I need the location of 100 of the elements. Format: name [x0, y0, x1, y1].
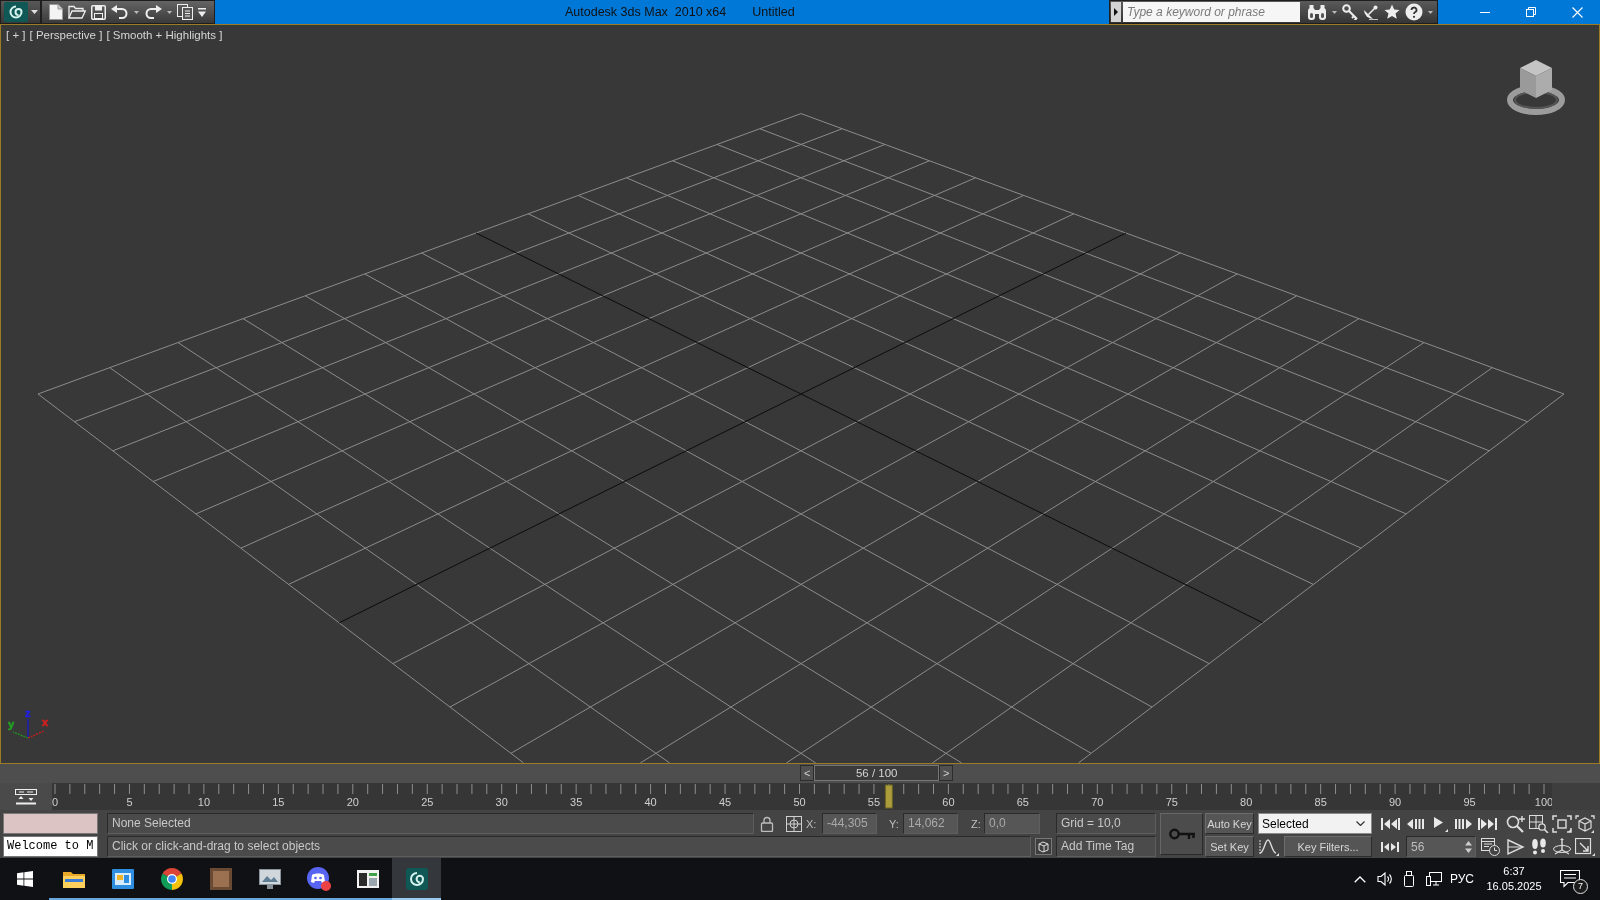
timeline-ruler[interactable]: 0 5 10 15 20 25 30 35 40 45 50 55 60 65 70 75 80 85 90 95 100 — [52, 783, 1552, 810]
set-key-button[interactable]: Set Key — [1205, 836, 1254, 857]
footprints-icon[interactable] — [1529, 837, 1549, 856]
cube-frame-icon[interactable] — [1575, 814, 1595, 833]
close-icon — [1571, 6, 1583, 18]
chevron-up-icon[interactable] — [1354, 875, 1366, 883]
key-set-dropdown[interactable]: Selected — [1258, 813, 1372, 834]
binoculars-icon[interactable] — [1307, 4, 1327, 20]
satellite-dish-icon[interactable] — [1363, 4, 1379, 20]
lock-icon[interactable] — [760, 815, 774, 832]
caret-icon[interactable] — [1332, 10, 1337, 14]
frame-number: 80 — [1240, 796, 1253, 808]
orbit-icon[interactable] — [1552, 837, 1572, 856]
window-title: Autodesk 3ds Max 2010 x64 — [565, 5, 727, 19]
auto-key-button[interactable]: Auto Key — [1205, 813, 1254, 834]
document-title: Untitled — [752, 5, 795, 19]
notification-icon[interactable] — [1560, 870, 1580, 888]
frame-number: 20 — [346, 796, 359, 808]
clock-date[interactable]: 16.05.2025 — [1486, 879, 1542, 894]
frame-number: 45 — [718, 796, 732, 808]
frame-number: 50 — [793, 796, 806, 808]
redo-icon[interactable] — [144, 5, 162, 19]
frame-number: 5 — [126, 796, 133, 808]
coordinate-label: X: — [806, 817, 818, 830]
frame-corners-icon[interactable] — [1552, 814, 1572, 833]
perspective-viewport[interactable]: [ + ] [ Perspective ] [ Smooth + Highlights ] z y x — [0, 24, 1600, 764]
caret-icon[interactable] — [198, 7, 206, 17]
coordinate-label: Y: — [889, 817, 900, 830]
caret-icon — [30, 10, 38, 14]
caret-icon[interactable] — [167, 10, 172, 14]
key-icon[interactable] — [1342, 4, 1358, 20]
axis-label: x — [42, 716, 49, 728]
selection-status-field: None Selected — [107, 813, 754, 834]
previous-frame-button[interactable]: < — [800, 765, 815, 781]
application-menu-button[interactable] — [0, 0, 41, 24]
search-field[interactable]: Type a keyword or phrase — [1123, 2, 1300, 22]
open-folder-icon[interactable] — [68, 5, 86, 19]
caret-icon — [1356, 821, 1365, 826]
axis-label: y — [8, 718, 15, 730]
magnifier-plus-icon[interactable] — [1506, 814, 1526, 833]
frame-spinner[interactable]: 56 — [1406, 836, 1476, 857]
save-icon[interactable] — [91, 4, 106, 20]
panel-toggle-icon[interactable] — [15, 788, 37, 805]
time-slider-thumb[interactable]: 56 / 100 — [814, 765, 940, 781]
folder-icon — [62, 870, 85, 888]
frame-number: 40 — [644, 796, 657, 808]
frame-number: 10 — [197, 796, 210, 808]
clock-window-icon[interactable] — [1481, 837, 1500, 856]
frame-number: 25 — [421, 796, 434, 808]
clock-time[interactable]: 6:37 — [1503, 864, 1525, 879]
crosshair-square-icon[interactable] — [786, 815, 802, 832]
key-filters-button[interactable]: Key Filters... — [1284, 836, 1372, 857]
time-slider-track[interactable]: < 56 / 100 > — [0, 764, 1600, 783]
spinner-arrows-icon[interactable] — [1465, 839, 1472, 854]
gamepad-circle-icon — [306, 867, 331, 891]
current-frame-marker[interactable] — [884, 784, 893, 809]
frame-number: 0 — [52, 796, 59, 808]
minimize-icon — [1480, 11, 1490, 13]
cone-icon[interactable] — [1506, 837, 1526, 856]
skip-to-end-icon[interactable] — [1478, 817, 1498, 830]
key-icon — [1168, 828, 1195, 840]
app-tile-icon — [209, 868, 232, 890]
next-frame-icon[interactable] — [1453, 817, 1474, 830]
frame-number: 35 — [570, 796, 583, 808]
frame-number: 95 — [1463, 796, 1476, 808]
time-tag-field[interactable]: Add Time Tag — [1056, 836, 1156, 857]
cube-icon[interactable] — [1035, 838, 1052, 855]
viewport-menu-label[interactable]: [ Perspective ] — [29, 29, 103, 41]
script-output-field[interactable]: Welcome to M — [3, 836, 98, 857]
frame-number: 75 — [1165, 796, 1178, 808]
frame-number: 30 — [495, 796, 508, 808]
tangent-curve-icon[interactable] — [1259, 837, 1279, 856]
help-icon[interactable] — [1405, 3, 1423, 21]
skip-to-start-icon[interactable] — [1380, 817, 1400, 830]
star-icon[interactable] — [1384, 4, 1400, 20]
restore-icon — [1526, 7, 1536, 17]
language-indicator[interactable]: РУС — [1446, 858, 1478, 900]
window-icon — [356, 870, 379, 888]
speaker-icon[interactable] — [1377, 872, 1393, 886]
taskbar-button[interactable] — [392, 858, 441, 900]
viewport-menu-label[interactable]: [ + ] — [6, 29, 26, 41]
picture-frame-icon — [258, 869, 281, 889]
grid-spacing-field: Grid = 10,0 — [1056, 813, 1156, 834]
window-corner-icon[interactable] — [1575, 837, 1595, 856]
usb-drive-icon[interactable] — [1404, 871, 1414, 887]
new-file-icon[interactable] — [49, 4, 63, 20]
grid-magnifier-icon[interactable] — [1529, 814, 1549, 833]
frame-number: 90 — [1388, 796, 1402, 808]
script-input-field[interactable] — [3, 813, 98, 834]
caret-icon[interactable] — [134, 10, 139, 14]
windows-logo-icon — [16, 871, 33, 887]
viewport-menu-label[interactable]: [ Smooth + Highlights ] — [106, 29, 223, 41]
next-frame-button[interactable]: > — [939, 765, 954, 781]
undo-icon[interactable] — [111, 5, 129, 19]
set-keys-button[interactable] — [1160, 813, 1203, 855]
monitor-icon[interactable] — [1426, 872, 1442, 886]
frame-number: 55 — [867, 796, 881, 808]
caret-icon[interactable] — [1428, 10, 1433, 14]
document-stack-icon[interactable] — [177, 4, 193, 20]
key-mode-icon[interactable] — [1380, 840, 1400, 853]
